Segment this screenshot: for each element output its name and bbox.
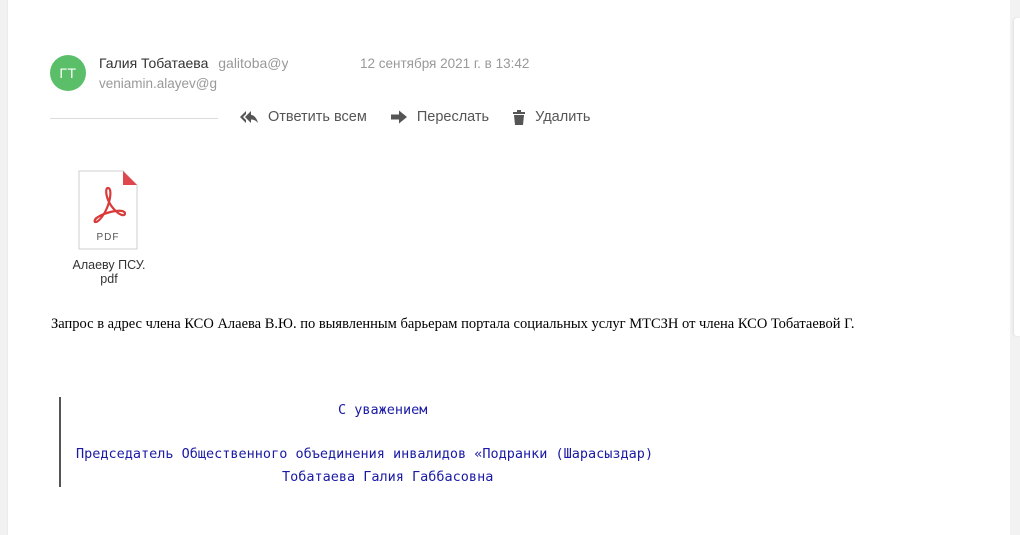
pdf-type-label: PDF xyxy=(96,232,120,243)
delete-label: Удалить xyxy=(535,109,591,125)
forward-button[interactable]: Переслать xyxy=(390,109,490,125)
signature-greeting: С уважением xyxy=(338,402,428,418)
reply-all-button[interactable]: Ответить всем xyxy=(240,109,367,125)
attachment-name-line1: Алаеву ПСУ. xyxy=(72,258,146,272)
reply-all-label: Ответить всем xyxy=(268,109,367,125)
message-date: 12 сентября 2021 г. в 13:42 xyxy=(360,56,530,71)
sender-email[interactable]: galitoba@y xyxy=(218,55,288,71)
right-panel-tab[interactable] xyxy=(1014,18,1020,336)
delete-button[interactable]: Удалить xyxy=(513,109,590,125)
quote-bar xyxy=(59,397,61,487)
attachment-pdf[interactable]: PDF Алаеву ПСУ. pdf xyxy=(64,170,154,286)
sender-avatar[interactable]: ГТ xyxy=(50,55,86,91)
message-card: ГТ Галия Тобатаева galitoba@y 12 сентябр… xyxy=(8,0,1010,535)
mail-page: ГТ Галия Тобатаева galitoba@y 12 сентябр… xyxy=(0,0,1020,535)
signature-title: Председатель Общественного объединения и… xyxy=(76,446,654,462)
recipient-email[interactable]: veniamin.alayev@g xyxy=(99,76,217,91)
pdf-file-icon: PDF xyxy=(78,170,138,250)
trash-icon xyxy=(513,109,526,125)
attachment-name-line2: pdf xyxy=(100,272,118,286)
message-body-text: Запрос в адрес члена КСО Алаева В.Ю. по … xyxy=(51,316,855,332)
sender-line: Галия Тобатаева galitoba@y xyxy=(99,55,288,71)
reply-all-icon xyxy=(240,111,258,123)
forward-arrow-icon xyxy=(390,110,407,124)
message-actions: Ответить всем Переслать Удалить xyxy=(240,109,614,125)
header-divider xyxy=(50,118,218,119)
sender-name[interactable]: Галия Тобатаева xyxy=(99,55,208,71)
forward-label: Переслать xyxy=(416,109,490,125)
right-panel-edge xyxy=(1010,0,1020,535)
signature-name: Тобатаева Галия Габбасовна xyxy=(282,469,494,485)
attachment-name: Алаеву ПСУ. pdf xyxy=(64,258,154,286)
